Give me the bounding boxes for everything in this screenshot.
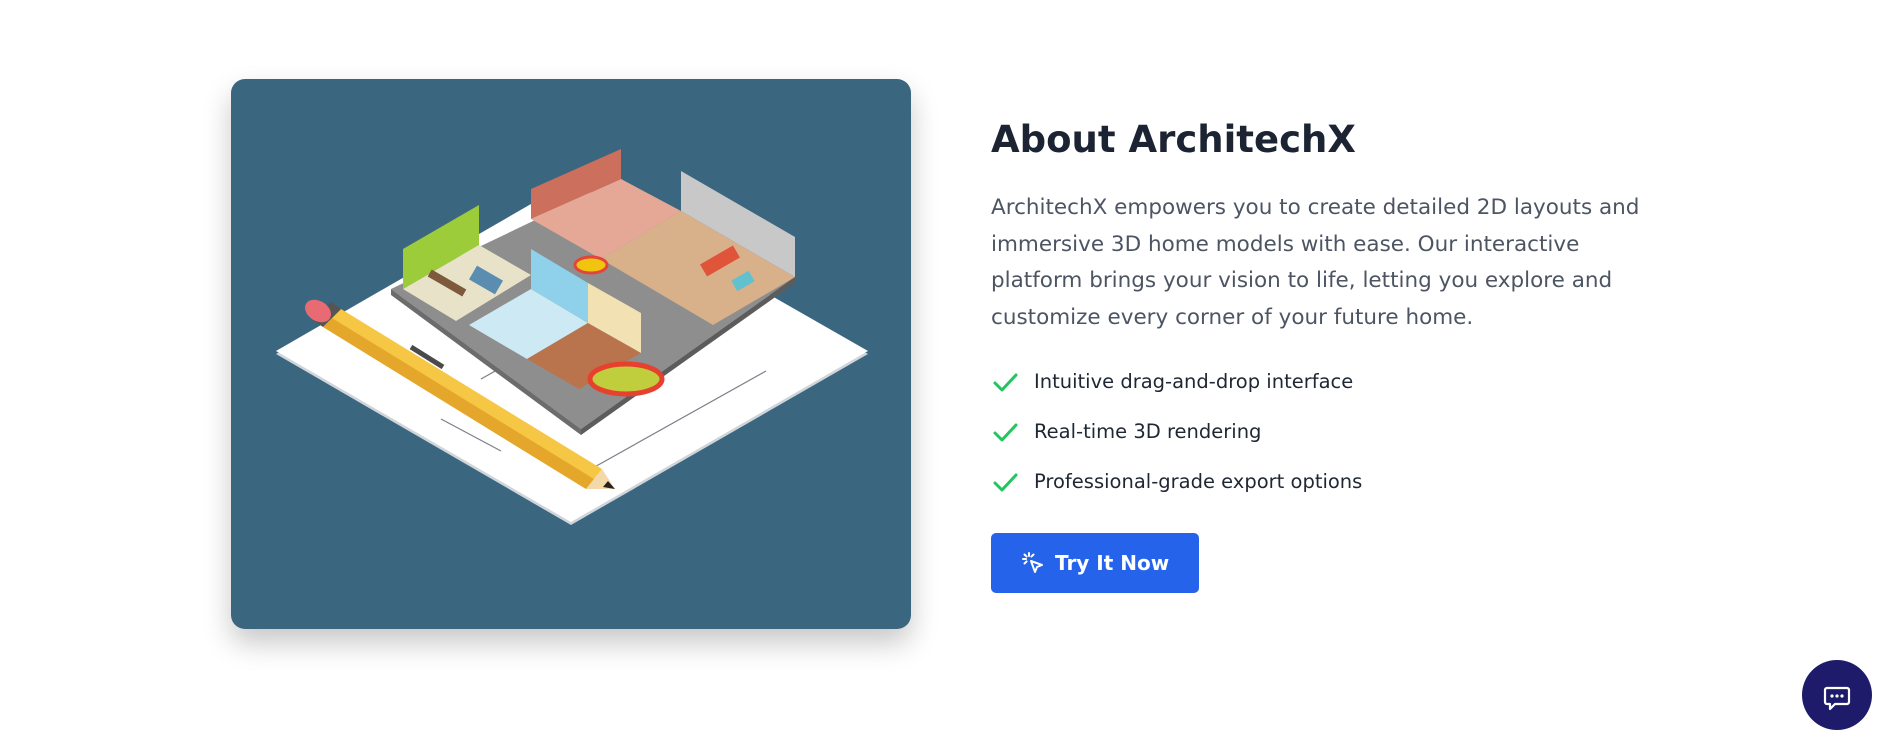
about-section: About ArchitechX ArchitechX empowers you…: [991, 112, 1671, 593]
cursor-click-icon: [1022, 551, 1043, 573]
chat-icon: [1823, 686, 1851, 711]
check-icon: [993, 473, 1018, 492]
feature-item: Real-time 3D rendering: [991, 407, 1671, 457]
feature-label: Professional-grade export options: [1034, 470, 1363, 494]
feature-label: Real-time 3D rendering: [1034, 420, 1262, 444]
about-illustration-card: [231, 79, 911, 629]
section-title: About ArchitechX: [991, 118, 1356, 161]
chat-button[interactable]: [1802, 660, 1872, 730]
try-it-now-label: Try It Now: [1055, 550, 1170, 575]
check-icon: [993, 373, 1018, 392]
try-it-now-button[interactable]: Try It Now: [991, 532, 1200, 593]
house-floorplan-illustration: [276, 149, 868, 525]
feature-item: Intuitive drag-and-drop interface: [991, 357, 1671, 407]
feature-list: Intuitive drag-and-drop interface Real-t…: [991, 357, 1671, 507]
section-description: ArchitechX empowers you to create detail…: [991, 195, 1640, 331]
feature-item: Professional-grade export options: [991, 457, 1671, 507]
feature-label: Intuitive drag-and-drop interface: [1034, 370, 1354, 394]
check-icon: [993, 423, 1018, 442]
